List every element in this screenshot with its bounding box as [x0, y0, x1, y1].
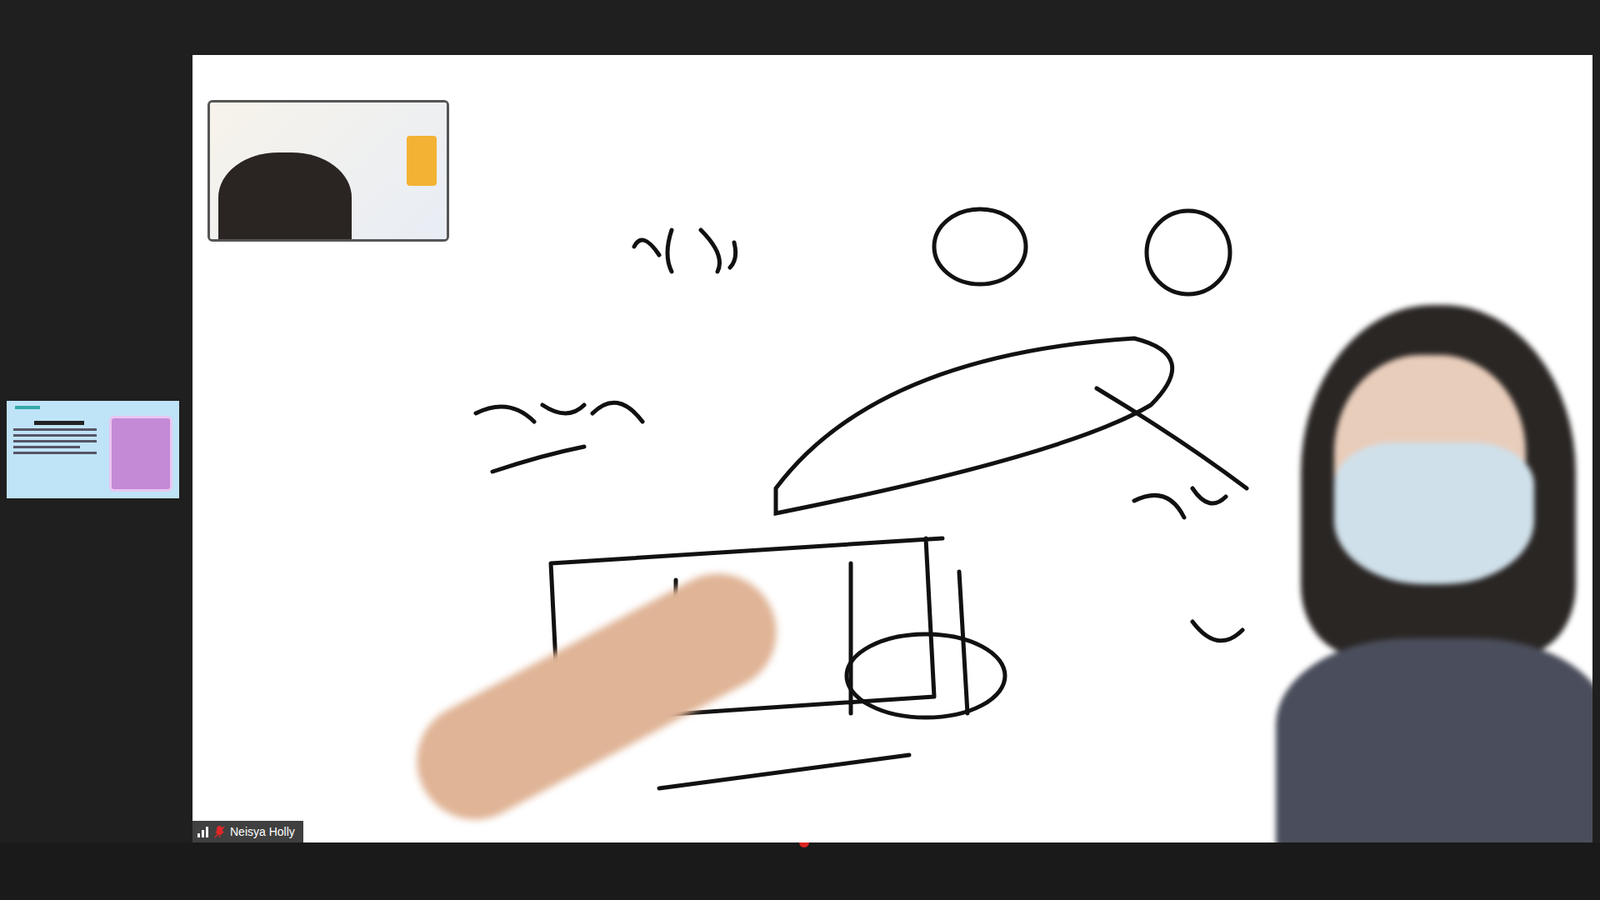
- bottom-toolbar: [0, 842, 1600, 900]
- presenter-arm: [396, 553, 798, 840]
- signal-icon: [197, 825, 210, 838]
- presenter-video-figure: [1275, 305, 1593, 843]
- left-strip: [0, 55, 193, 843]
- self-view-tile[interactable]: [207, 100, 450, 242]
- video-call-screen: Neisya Holly: [0, 0, 1600, 900]
- slide-thumbnail[interactable]: [6, 400, 180, 499]
- participant-label: Neisya Holly: [192, 820, 304, 843]
- mic-muted-icon: [214, 825, 225, 839]
- main-video[interactable]: Neisya Holly: [192, 55, 1593, 843]
